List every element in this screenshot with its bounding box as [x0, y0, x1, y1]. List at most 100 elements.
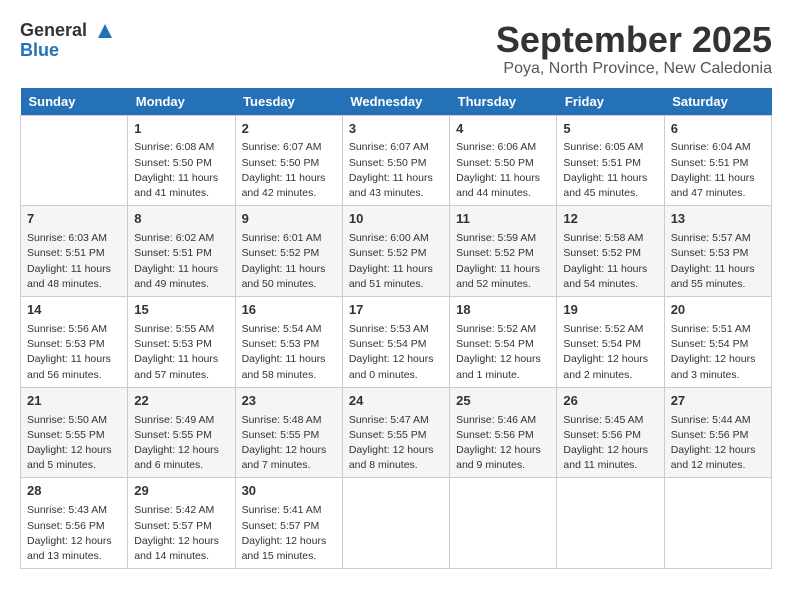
- day-cell: 19 Sunrise: 5:52 AMSunset: 5:54 PMDayligh…: [557, 297, 664, 388]
- day-number: 1: [134, 120, 228, 139]
- day-info: Sunrise: 5:57 AMSunset: 5:53 PMDaylight:…: [671, 231, 765, 292]
- day-cell: 23Sunrise: 5:48 AMSunset: 5:55 PMDayligh…: [235, 387, 342, 478]
- day-cell: 12 Sunrise: 5:58 AMSunset: 5:52 PMDayligh…: [557, 206, 664, 297]
- day-number: 15: [134, 301, 228, 320]
- day-cell: 21 Sunrise: 5:50 AMSunset: 5:55 PMDayligh…: [21, 387, 128, 478]
- day-cell: 1Sunrise: 6:08 AMSunset: 5:50 PMDaylight…: [128, 115, 235, 206]
- day-number: 25: [456, 392, 550, 411]
- day-cell: 3Sunrise: 6:07 AMSunset: 5:50 PMDaylight…: [342, 115, 449, 206]
- day-number: 3: [349, 120, 443, 139]
- day-number: 14: [27, 301, 121, 320]
- day-info: Sunrise: 6:05 AMSunset: 5:51 PMDaylight:…: [563, 140, 657, 201]
- day-info: Sunrise: 6:08 AMSunset: 5:50 PMDaylight:…: [134, 140, 228, 201]
- col-header-saturday: Saturday: [664, 88, 771, 116]
- day-cell: 2Sunrise: 6:07 AMSunset: 5:50 PMDaylight…: [235, 115, 342, 206]
- day-number: 26: [563, 392, 657, 411]
- day-cell: 18 Sunrise: 5:52 AMSunset: 5:54 PMDayligh…: [450, 297, 557, 388]
- page-header: General Blue September 2025 Poya, North …: [20, 20, 772, 78]
- day-info: Sunrise: 5:58 AMSunset: 5:52 PMDaylight:…: [563, 231, 657, 292]
- day-number: 30: [242, 482, 336, 501]
- day-cell: 27Sunrise: 5:44 AMSunset: 5:56 PMDayligh…: [664, 387, 771, 478]
- day-cell: 20 Sunrise: 5:51 AMSunset: 5:54 PMDayligh…: [664, 297, 771, 388]
- day-number: 19: [563, 301, 657, 320]
- day-info: Sunrise: 5:51 AMSunset: 5:54 PMDaylight:…: [671, 322, 765, 383]
- day-number: 6: [671, 120, 765, 139]
- col-header-sunday: Sunday: [21, 88, 128, 116]
- day-info: Sunrise: 5:53 AMSunset: 5:54 PMDaylight:…: [349, 322, 443, 383]
- day-number: 7: [27, 210, 121, 229]
- day-cell: 9 Sunrise: 6:01 AMSunset: 5:52 PMDaylight…: [235, 206, 342, 297]
- week-row-4: 21 Sunrise: 5:50 AMSunset: 5:55 PMDayligh…: [21, 387, 772, 478]
- day-number: 10: [349, 210, 443, 229]
- day-number: 20: [671, 301, 765, 320]
- calendar-table: SundayMondayTuesdayWednesdayThursdayFrid…: [20, 88, 772, 570]
- day-cell: 8Sunrise: 6:02 AMSunset: 5:51 PMDaylight…: [128, 206, 235, 297]
- day-cell: 17 Sunrise: 5:53 AMSunset: 5:54 PMDayligh…: [342, 297, 449, 388]
- day-cell: 14 Sunrise: 5:56 AMSunset: 5:53 PMDayligh…: [21, 297, 128, 388]
- day-info: Sunrise: 5:55 AMSunset: 5:53 PMDaylight:…: [134, 322, 228, 383]
- logo-text-blue: Blue: [20, 40, 116, 61]
- day-info: Sunrise: 5:42 AMSunset: 5:57 PMDaylight:…: [134, 503, 228, 564]
- day-number: 24: [349, 392, 443, 411]
- day-cell: 10 Sunrise: 6:00 AMSunset: 5:52 PMDayligh…: [342, 206, 449, 297]
- day-info: Sunrise: 5:56 AMSunset: 5:53 PMDaylight:…: [27, 322, 121, 383]
- day-cell: 11 Sunrise: 5:59 AMSunset: 5:52 PMDayligh…: [450, 206, 557, 297]
- location: Poya, North Province, New Caledonia: [496, 60, 772, 78]
- day-number: 13: [671, 210, 765, 229]
- day-cell: 7 Sunrise: 6:03 AMSunset: 5:51 PMDaylight…: [21, 206, 128, 297]
- day-info: Sunrise: 5:46 AMSunset: 5:56 PMDaylight:…: [456, 413, 550, 474]
- day-number: 21: [27, 392, 121, 411]
- day-cell: [21, 115, 128, 206]
- day-info: Sunrise: 5:44 AMSunset: 5:56 PMDaylight:…: [671, 413, 765, 474]
- day-cell: 16 Sunrise: 5:54 AMSunset: 5:53 PMDayligh…: [235, 297, 342, 388]
- week-row-1: 1Sunrise: 6:08 AMSunset: 5:50 PMDaylight…: [21, 115, 772, 206]
- day-number: 18: [456, 301, 550, 320]
- day-info: Sunrise: 5:54 AMSunset: 5:53 PMDaylight:…: [242, 322, 336, 383]
- day-info: Sunrise: 5:45 AMSunset: 5:56 PMDaylight:…: [563, 413, 657, 474]
- day-cell: 29 Sunrise: 5:42 AMSunset: 5:57 PMDayligh…: [128, 478, 235, 569]
- day-number: 28: [27, 482, 121, 501]
- day-info: Sunrise: 5:48 AMSunset: 5:55 PMDaylight:…: [242, 413, 336, 474]
- day-info: Sunrise: 6:06 AMSunset: 5:50 PMDaylight:…: [456, 140, 550, 201]
- day-cell: 28Sunrise: 5:43 AMSunset: 5:56 PMDayligh…: [21, 478, 128, 569]
- day-cell: 15 Sunrise: 5:55 AMSunset: 5:53 PMDayligh…: [128, 297, 235, 388]
- day-cell: 13 Sunrise: 5:57 AMSunset: 5:53 PMDayligh…: [664, 206, 771, 297]
- day-info: Sunrise: 6:03 AMSunset: 5:51 PMDaylight:…: [27, 231, 121, 292]
- day-info: Sunrise: 5:52 AMSunset: 5:54 PMDaylight:…: [456, 322, 550, 383]
- col-header-friday: Friday: [557, 88, 664, 116]
- logo: General Blue: [20, 20, 116, 61]
- day-info: Sunrise: 5:41 AMSunset: 5:57 PMDaylight:…: [242, 503, 336, 564]
- day-number: 29: [134, 482, 228, 501]
- day-number: 16: [242, 301, 336, 320]
- day-number: 17: [349, 301, 443, 320]
- day-number: 9: [242, 210, 336, 229]
- day-info: Sunrise: 6:01 AMSunset: 5:52 PMDaylight:…: [242, 231, 336, 292]
- col-header-wednesday: Wednesday: [342, 88, 449, 116]
- day-cell: [450, 478, 557, 569]
- col-header-monday: Monday: [128, 88, 235, 116]
- week-row-3: 14 Sunrise: 5:56 AMSunset: 5:53 PMDayligh…: [21, 297, 772, 388]
- day-number: 12: [563, 210, 657, 229]
- day-cell: 24Sunrise: 5:47 AMSunset: 5:55 PMDayligh…: [342, 387, 449, 478]
- day-cell: [664, 478, 771, 569]
- day-info: Sunrise: 5:50 AMSunset: 5:55 PMDaylight:…: [27, 413, 121, 474]
- col-header-thursday: Thursday: [450, 88, 557, 116]
- day-number: 11: [456, 210, 550, 229]
- day-info: Sunrise: 5:52 AMSunset: 5:54 PMDaylight:…: [563, 322, 657, 383]
- day-number: 8: [134, 210, 228, 229]
- day-cell: [342, 478, 449, 569]
- title-block: September 2025 Poya, North Province, New…: [496, 20, 772, 78]
- day-cell: 4Sunrise: 6:06 AMSunset: 5:50 PMDaylight…: [450, 115, 557, 206]
- day-cell: 25 Sunrise: 5:46 AMSunset: 5:56 PMDayligh…: [450, 387, 557, 478]
- day-cell: 6Sunrise: 6:04 AMSunset: 5:51 PMDaylight…: [664, 115, 771, 206]
- logo-text-general: General: [20, 20, 87, 40]
- day-number: 2: [242, 120, 336, 139]
- day-cell: 5Sunrise: 6:05 AMSunset: 5:51 PMDaylight…: [557, 115, 664, 206]
- week-row-2: 7 Sunrise: 6:03 AMSunset: 5:51 PMDaylight…: [21, 206, 772, 297]
- logo-icon: [94, 20, 116, 42]
- day-cell: 22Sunrise: 5:49 AMSunset: 5:55 PMDayligh…: [128, 387, 235, 478]
- week-row-5: 28Sunrise: 5:43 AMSunset: 5:56 PMDayligh…: [21, 478, 772, 569]
- day-info: Sunrise: 6:00 AMSunset: 5:52 PMDaylight:…: [349, 231, 443, 292]
- day-info: Sunrise: 5:59 AMSunset: 5:52 PMDaylight:…: [456, 231, 550, 292]
- day-number: 4: [456, 120, 550, 139]
